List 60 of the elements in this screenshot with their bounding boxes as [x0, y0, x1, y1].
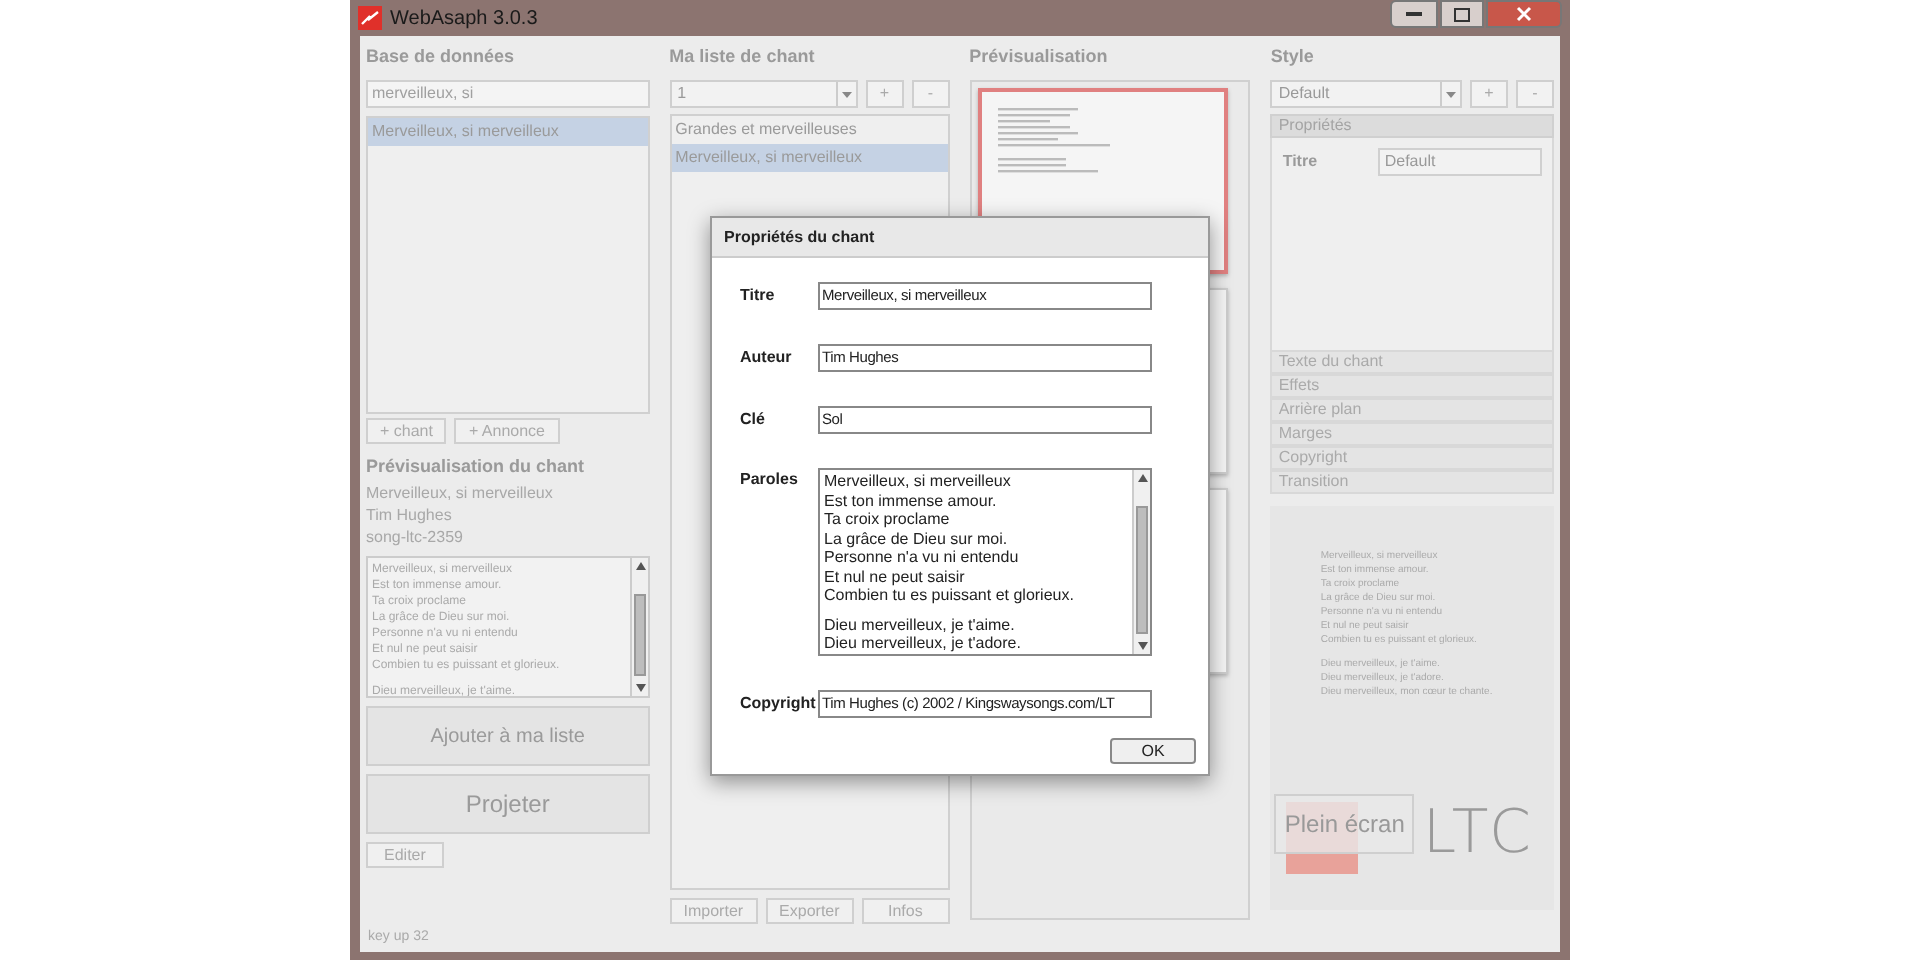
scrollbar[interactable]: [1132, 470, 1150, 654]
section-heading: Style: [1270, 43, 1316, 70]
accordion-header[interactable]: Texte du chant: [1270, 350, 1555, 374]
export-button[interactable]: Exporter: [765, 898, 854, 924]
remove-button[interactable]: -: [911, 80, 950, 108]
list-item[interactable]: Merveilleux, si merveilleux: [368, 118, 648, 146]
field-label: Titre: [1282, 150, 1320, 174]
dropdown[interactable]: Default: [1270, 80, 1463, 108]
edit-button[interactable]: Editer: [366, 842, 444, 868]
list-item[interactable]: Merveilleux, si merveilleux: [671, 144, 948, 172]
accordion-header[interactable]: Transition: [1270, 470, 1555, 494]
accordion-header[interactable]: Copyright: [1270, 446, 1555, 470]
list-item[interactable]: Grandes et merveilleuses: [671, 116, 948, 144]
accordion-header[interactable]: Marges: [1270, 422, 1555, 446]
field-label: Clé: [740, 408, 767, 432]
field-label: Auteur: [740, 346, 794, 370]
add-button[interactable]: +: [865, 80, 904, 108]
section-heading: Base de données: [366, 43, 517, 70]
remove-button[interactable]: -: [1516, 80, 1555, 108]
import-button[interactable]: Importer: [669, 898, 758, 924]
close-icon: [1516, 6, 1532, 22]
accordion-header[interactable]: Propriétés: [1270, 114, 1555, 138]
field-label: Titre: [740, 284, 777, 308]
add-button[interactable]: +: [1470, 80, 1509, 108]
caret-icon: [1446, 91, 1457, 97]
section-heading: Prévisualisation du chant: [366, 453, 587, 480]
scroll-down-icon[interactable]: [631, 680, 648, 696]
section-heading: Ma liste de chant: [669, 43, 817, 70]
scroll-down-icon[interactable]: [1134, 638, 1150, 654]
field-label: Paroles: [740, 468, 800, 492]
window-title: WebAsaph 3.0.3: [390, 5, 538, 33]
caret-icon: [841, 91, 852, 97]
minimize-icon: [1406, 11, 1422, 17]
info-button[interactable]: Infos: [861, 898, 950, 924]
dialog-title: Propriétés du chant: [724, 225, 875, 249]
accordion-header[interactable]: Effets: [1270, 374, 1555, 398]
dropdown[interactable]: 1: [669, 80, 858, 108]
search-field[interactable]: merveilleux, si: [366, 80, 650, 108]
accordion-header[interactable]: Arrière plan: [1270, 398, 1555, 422]
maximize-button[interactable]: [1440, 0, 1484, 28]
project-button[interactable]: Projeter: [366, 774, 650, 834]
song-info-text: song-ltc-2359: [366, 526, 465, 548]
song-info-text: Tim Hughes: [366, 504, 454, 526]
fullscreen-button[interactable]: Plein écran: [1274, 794, 1415, 854]
add-announcement-button[interactable]: + Annonce: [454, 418, 560, 444]
ok-button[interactable]: OK: [1110, 738, 1196, 764]
song-info-text: Merveilleux, si merveilleux: [366, 482, 555, 504]
lyrics-field[interactable]: Merveilleux, si merveilleux Est ton immense amour. Ta croix proclame La grâce de Dieu sur moi. Personne n'a vu ni entendu Et nul ne peut saisir Combien tu es puissant et glorieux. Dieu merveilleux, je t'aime. Dieu merveilleux, je t'adore.: [818, 468, 1152, 656]
close-button[interactable]: [1486, 0, 1562, 28]
add-song-button[interactable]: + chant: [366, 418, 447, 444]
maximize-icon: [1454, 7, 1470, 21]
logo-text: LTC: [1422, 802, 1535, 866]
minimize-button[interactable]: [1390, 0, 1438, 28]
field-label: Copyright: [740, 692, 818, 716]
add-to-list-button[interactable]: Ajouter à ma liste: [366, 706, 650, 766]
title-field[interactable]: Default: [1378, 148, 1543, 176]
scrollbar[interactable]: [629, 558, 648, 696]
section-heading: Prévisualisation: [969, 43, 1110, 70]
app-logo-icon: [358, 6, 382, 30]
scroll-up-icon[interactable]: [631, 558, 648, 574]
